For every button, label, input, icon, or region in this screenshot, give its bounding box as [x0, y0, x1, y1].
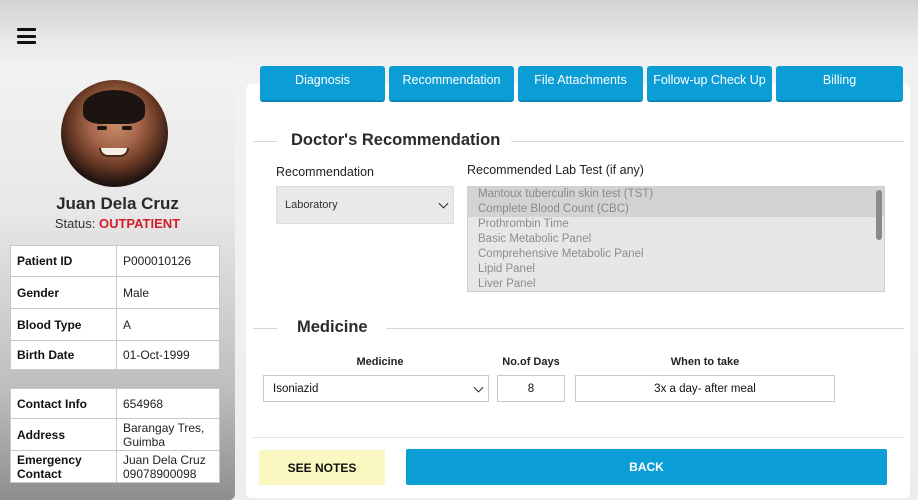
status-label: Status: — [54, 216, 96, 231]
recommendation-select-value: Laboratory — [285, 199, 338, 211]
contact-value: Barangay Tres, Guimba — [116, 418, 220, 451]
detail-label: Blood Type — [10, 308, 117, 341]
detail-value: P000010126 — [116, 245, 220, 277]
table-row: Emergency Contact Juan Dela Cruz 0907890… — [10, 450, 220, 483]
tab-recommendation[interactable]: Recommendation — [389, 66, 514, 102]
section-divider — [253, 328, 277, 329]
table-row: Address Barangay Tres, Guimba — [10, 418, 220, 451]
detail-label: Gender — [10, 276, 117, 309]
medicine-select[interactable]: Isoniazid — [263, 375, 489, 402]
recommendation-section-title: Doctor's Recommendation — [291, 131, 501, 149]
when-column-header: When to take — [670, 356, 740, 368]
medicine-select-value: Isoniazid — [273, 382, 319, 395]
listbox-scrollbar[interactable] — [876, 190, 882, 240]
detail-label: Birth Date — [10, 340, 117, 370]
tab-billing[interactable]: Billing — [776, 66, 903, 102]
patient-sidebar: Juan Dela Cruz Status: OUTPATIENT Patien… — [0, 62, 235, 500]
section-divider — [511, 141, 904, 142]
table-row: Gender Male — [10, 276, 220, 309]
chevron-down-icon — [473, 382, 484, 393]
days-column-header: No.of Days — [502, 356, 560, 368]
table-row: Blood Type A — [10, 308, 220, 341]
contact-label: Address — [10, 418, 117, 451]
lab-test-label: Recommended Lab Test (if any) — [467, 163, 644, 177]
list-item[interactable]: Comprehensive Metabolic Panel — [468, 247, 884, 262]
section-divider — [253, 141, 277, 142]
recommendation-label: Recommendation — [276, 165, 374, 179]
list-item[interactable]: Complete Blood Count (CBC) — [468, 202, 884, 217]
detail-value: Male — [116, 276, 220, 309]
table-row: Birth Date 01-Oct-1999 — [10, 340, 220, 370]
see-notes-button[interactable]: SEE NOTES — [259, 450, 385, 485]
contact-label: Emergency Contact — [10, 450, 117, 483]
back-button[interactable]: BACK — [406, 449, 887, 485]
table-row: Contact Info 654968 — [10, 388, 220, 419]
when-to-take-input[interactable]: 3x a day- after meal — [575, 375, 835, 402]
lab-test-listbox[interactable]: Mantoux tuberculin skin test (TST) Compl… — [467, 186, 885, 292]
section-divider — [253, 437, 904, 438]
tab-file-attachments[interactable]: File Attachments — [518, 66, 643, 102]
list-item[interactable]: Liver Panel — [468, 277, 884, 291]
avatar — [61, 80, 168, 187]
medicine-section-title: Medicine — [297, 318, 368, 336]
contact-value: Juan Dela Cruz 09078900098 — [116, 450, 220, 483]
list-item[interactable]: Lipid Panel — [468, 262, 884, 277]
medicine-column-header: Medicine — [356, 356, 404, 368]
patient-name: Juan Dela Cruz — [56, 194, 179, 213]
list-item[interactable]: Mantoux tuberculin skin test (TST) — [468, 187, 884, 202]
menu-icon[interactable] — [17, 28, 36, 44]
patient-status: Status: OUTPATIENT — [0, 216, 235, 231]
recommendation-select[interactable]: Laboratory — [276, 186, 454, 224]
days-input[interactable]: 8 — [497, 375, 565, 402]
table-row: Patient ID P000010126 — [10, 245, 220, 277]
list-item[interactable]: Prothrombin Time — [468, 217, 884, 232]
tab-follow-up-check-up[interactable]: Follow-up Check Up — [647, 66, 772, 102]
patient-contact-table: Contact Info 654968 Address Barangay Tre… — [10, 388, 220, 483]
contact-value: 654968 — [116, 388, 220, 419]
patient-details-table: Patient ID P000010126 Gender Male Blood … — [10, 245, 220, 370]
status-badge: OUTPATIENT — [98, 216, 181, 231]
detail-value: 01-Oct-1999 — [116, 340, 220, 370]
tab-diagnosis[interactable]: Diagnosis — [260, 66, 385, 102]
chevron-down-icon — [438, 198, 449, 209]
section-divider — [386, 328, 904, 329]
contact-label: Contact Info — [10, 388, 117, 419]
list-item[interactable]: Basic Metabolic Panel — [468, 232, 884, 247]
detail-value: A — [116, 308, 220, 341]
detail-label: Patient ID — [10, 245, 117, 277]
